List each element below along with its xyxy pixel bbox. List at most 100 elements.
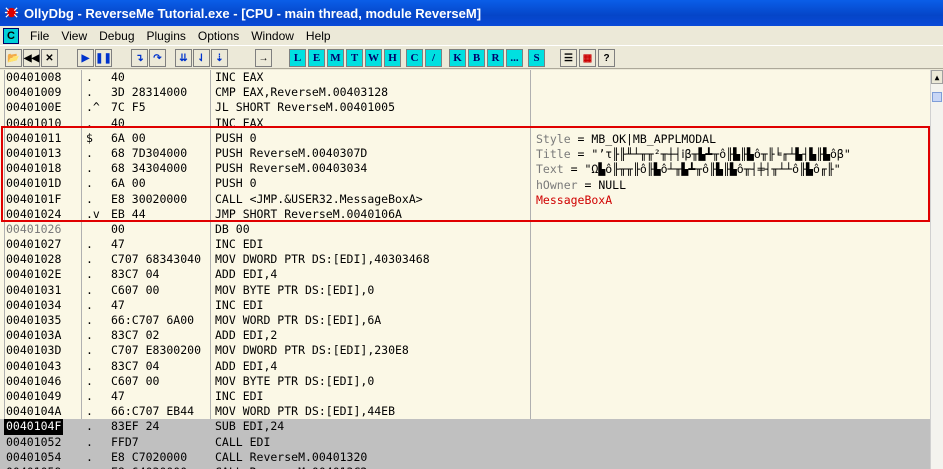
close-icon[interactable]: ✕ <box>41 49 58 67</box>
row-asm: SUB EDI,24 <box>215 419 285 434</box>
table-row[interactable]: 00401052. FFD7 CALL EDI <box>0 434 930 450</box>
menu-options[interactable]: Options <box>198 29 239 43</box>
threads-button[interactable]: T <box>346 49 363 67</box>
table-row[interactable]: 00401028. C707 68343040 MOV DWORD PTR DS:[… <box>0 252 930 267</box>
row-mark: . <box>86 297 93 312</box>
title-bar[interactable]: OllyDbg - ReverseMe Tutorial.exe - [CPU … <box>0 0 943 26</box>
table-row[interactable]: 0040102E. 83C7 04 ADD EDI,4 <box>0 267 930 282</box>
table-row[interactable]: 0040103D. C707 E8300200 MOV DWORD PTR DS:[… <box>0 343 930 358</box>
row-asm: INC EDI <box>215 237 264 252</box>
table-row[interactable]: 00401046. C607 00 MOV BYTE PTR DS:[EDI],0 <box>0 374 930 389</box>
go-to-origin-icon[interactable]: → <box>255 49 272 67</box>
row-asm: INC EDI <box>215 388 264 403</box>
table-row[interactable]: 00401034. 47 INC EDI <box>0 298 930 313</box>
list-view-icon[interactable]: ☰ <box>560 49 577 67</box>
execute-till-return-icon[interactable]: ⇣ <box>211 49 228 67</box>
help-icon[interactable]: ? <box>598 49 615 67</box>
row-mark: . <box>86 388 93 403</box>
table-row[interactable]: 00401035. 66:C707 6A00 MOV WORD PTR DS:[ED… <box>0 313 930 328</box>
row-asm: INC EDI <box>215 297 264 312</box>
table-row[interactable]: 00401031. C607 00 MOV BYTE PTR DS:[EDI],0 <box>0 283 930 298</box>
pause-icon[interactable]: ❚❚ <box>95 49 112 67</box>
row-hex: C707 E8300200 <box>111 343 202 358</box>
modules-button[interactable]: E <box>308 49 325 67</box>
disassembly-pane[interactable]: 00401008. 40 INC EAX 00401009. 3D 28314000 CM… <box>0 70 930 469</box>
row-addr: 00401049 <box>6 388 62 403</box>
row-mark: . <box>86 252 93 267</box>
row-addr: 00401028 <box>6 252 62 267</box>
row-mark: . <box>86 70 93 84</box>
trace-into-icon[interactable]: ⇊ <box>175 49 192 67</box>
row-mark: . <box>86 434 93 449</box>
highlight-box <box>1 126 930 222</box>
row-asm: ADD EDI,4 <box>215 358 278 373</box>
menu-help[interactable]: Help <box>306 29 331 43</box>
menu-file[interactable]: File <box>30 29 49 43</box>
step-over-icon[interactable]: ↷ <box>149 49 166 67</box>
row-hex: 83C7 04 <box>111 358 160 373</box>
row-addr: 00401054 <box>6 449 62 464</box>
table-row[interactable]: 00401027. 47 INC EDI <box>0 237 930 252</box>
window-title: OllyDbg - ReverseMe Tutorial.exe - [CPU … <box>24 5 482 21</box>
menu-plugins[interactable]: Plugins <box>147 29 186 43</box>
menu-window[interactable]: Window <box>251 29 294 43</box>
row-asm: JL SHORT ReverseM.00401005 <box>215 100 396 115</box>
row-asm: MOV WORD PTR DS:[EDI],6A <box>215 313 382 327</box>
table-row[interactable]: 0040103A. 83C7 02 ADD EDI,2 <box>0 328 930 343</box>
ollydbg-bug-icon <box>4 7 19 18</box>
step-into-icon[interactable]: ↴ <box>131 49 148 67</box>
row-asm: CMP EAX,ReverseM.00403128 <box>215 85 389 100</box>
color-grid-icon[interactable]: ▦ <box>579 49 596 67</box>
scroll-thumb[interactable] <box>932 92 942 102</box>
table-row[interactable]: 00401009. 3D 28314000 CMP EAX,ReverseM.004… <box>0 85 930 100</box>
table-row[interactable]: 00401059. E8 64030000 CALL ReverseM.004013… <box>0 464 930 469</box>
handles-button[interactable]: H <box>384 49 401 67</box>
open-icon[interactable]: 📂 <box>5 49 22 67</box>
row-mark: . <box>86 328 93 343</box>
row-addr: 00401035 <box>6 313 62 327</box>
vertical-scrollbar[interactable]: ▲ <box>930 70 943 469</box>
table-row[interactable]: 00401026 00 DB 00 <box>0 222 930 237</box>
row-hex: E8 64030000 <box>111 465 187 469</box>
log-window-button[interactable]: L <box>289 49 306 67</box>
table-row[interactable]: 00401043. 83C7 04 ADD EDI,4 <box>0 359 930 374</box>
table-row[interactable]: 00401049. 47 INC EDI <box>0 389 930 404</box>
cpu-button[interactable]: C <box>406 49 423 67</box>
row-addr: 0040100E <box>6 100 62 115</box>
source-button[interactable]: S <box>528 49 545 67</box>
row-addr: 0040104F <box>4 419 64 435</box>
references-button[interactable]: R <box>487 49 504 67</box>
windows-button[interactable]: W <box>365 49 382 67</box>
run-icon[interactable]: ▶ <box>77 49 94 67</box>
table-row[interactable]: 0040104F. 83EF 24 SUB EDI,24 <box>0 419 930 435</box>
table-row[interactable]: 0040104A. 66:C707 EB44 MOV WORD PTR DS:[ED… <box>0 404 930 419</box>
call-stack-button[interactable]: K <box>449 49 466 67</box>
table-row[interactable]: 0040100E .^ 7C F5 JL SHORT ReverseM.0040100… <box>0 100 930 115</box>
row-addr: 0040102E <box>6 267 62 282</box>
patches-button[interactable]: / <box>425 49 442 67</box>
row-mark: . <box>86 449 93 464</box>
menu-view[interactable]: View <box>61 29 87 43</box>
row-hex: E8 C7020000 <box>111 449 188 464</box>
row-addr: 00401009 <box>6 85 62 100</box>
cpu-window-icon[interactable]: C <box>3 27 19 44</box>
row-addr: 00401043 <box>6 358 62 373</box>
row-hex: FFD7 <box>111 434 139 449</box>
table-row[interactable]: 00401008. 40 INC EAX <box>0 70 930 85</box>
row-asm: MOV DWORD PTR DS:[EDI],230E8 <box>215 343 409 358</box>
toolbar: 📂 ◀◀ ✕ ▶ ❚❚ ↴ ↷ ⇊ ⇃ ⇣ → L E M T W H C / … <box>0 45 943 69</box>
memory-button[interactable]: M <box>327 49 344 67</box>
rewind-icon[interactable]: ◀◀ <box>23 49 40 67</box>
row-asm: MOV BYTE PTR DS:[EDI],0 <box>215 282 375 297</box>
menu-debug[interactable]: Debug <box>99 29 134 43</box>
scroll-up-arrow-icon[interactable]: ▲ <box>931 70 943 84</box>
table-row[interactable]: 00401054. E8 C7020000 CALL ReverseM.004013… <box>0 449 930 465</box>
row-hex: 00 <box>111 221 125 236</box>
row-asm: ADD EDI,4 <box>215 267 278 282</box>
trace-over-icon[interactable]: ⇃ <box>193 49 210 67</box>
row-addr: 0040103A <box>6 328 62 343</box>
run-trace-button[interactable]: ... <box>506 49 523 67</box>
row-hex: 3D 28314000 <box>111 85 188 100</box>
row-hex: 66:C707 6A00 <box>111 313 195 327</box>
breakpoints-button[interactable]: B <box>468 49 485 67</box>
